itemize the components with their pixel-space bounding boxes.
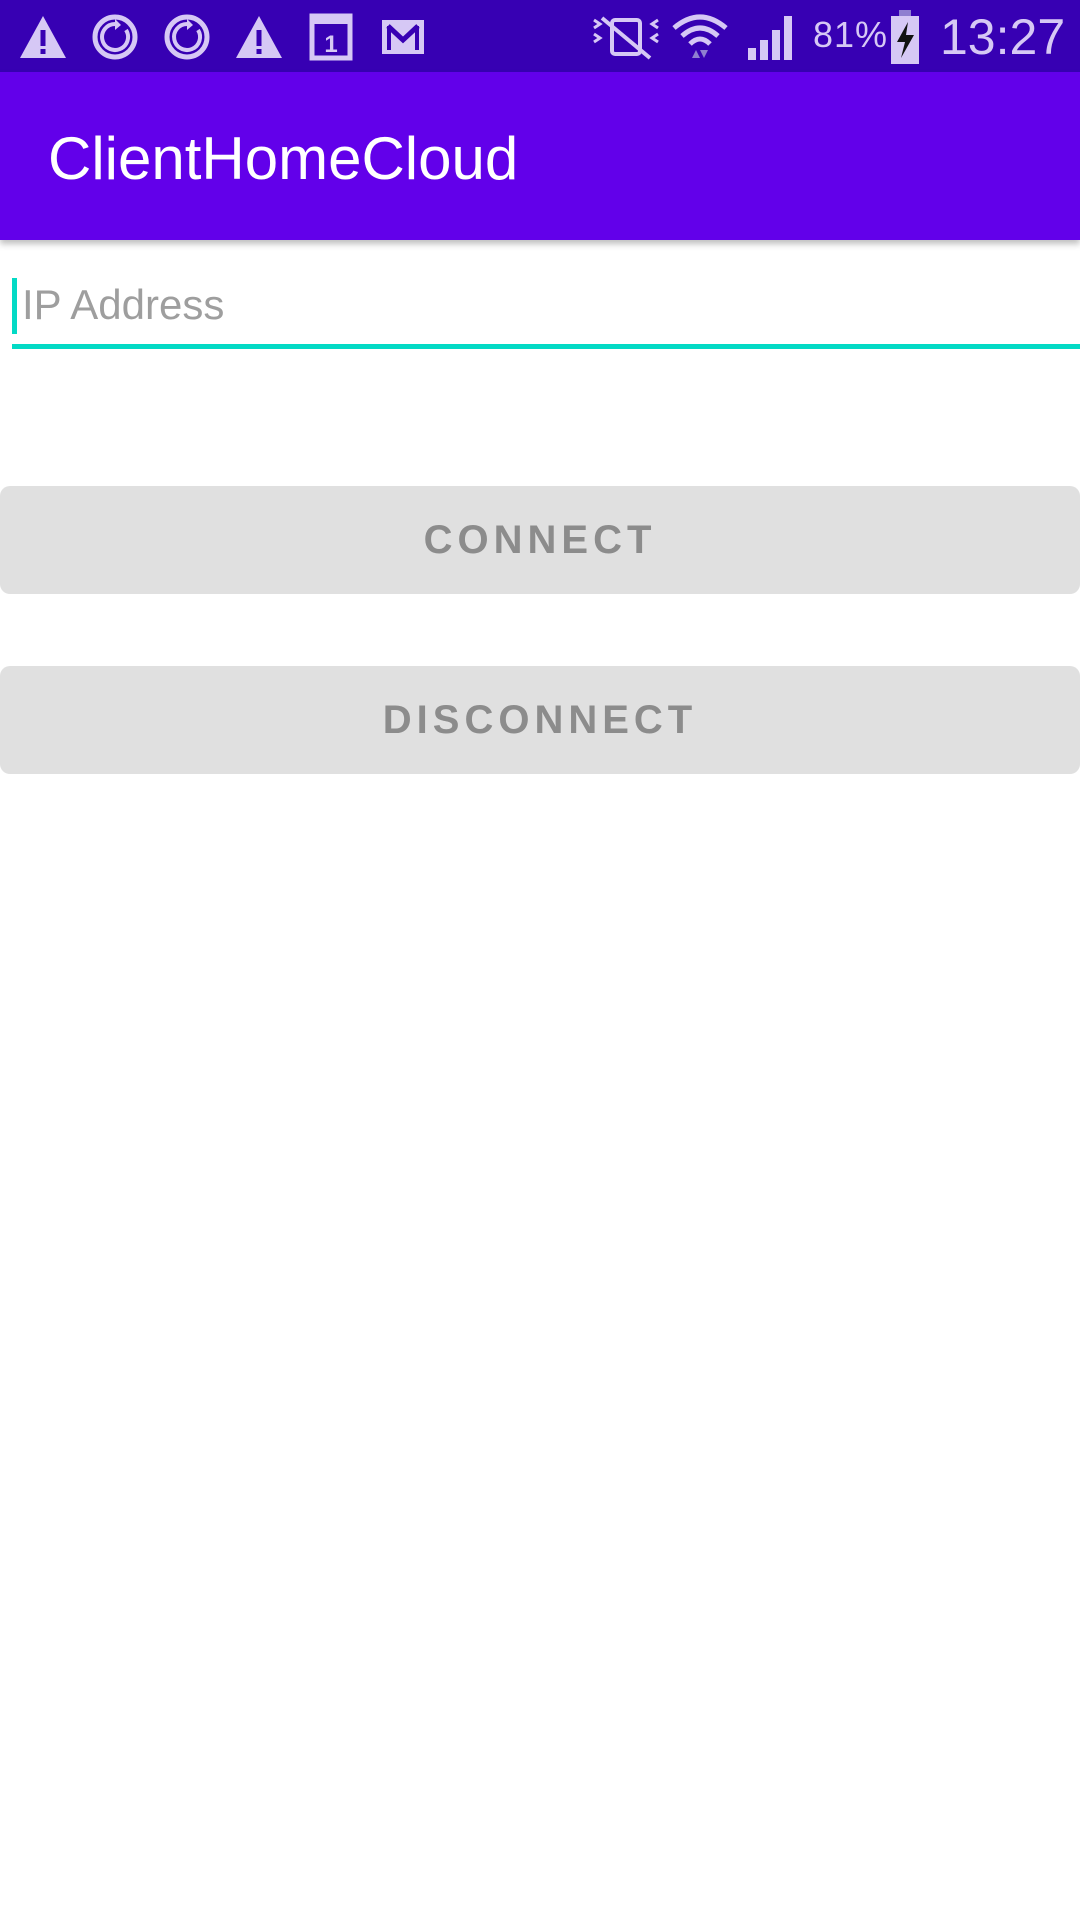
app-title: ClientHomeCloud <box>48 125 519 192</box>
battery-percent: 81% <box>813 14 889 55</box>
calendar-day-text: 1 <box>324 31 337 58</box>
disconnect-button[interactable]: DISCONNECT <box>0 666 1080 774</box>
ip-field-underline <box>12 344 1080 349</box>
warning-icon <box>232 10 286 64</box>
ip-address-field[interactable] <box>12 270 1080 350</box>
connect-button[interactable]: CONNECT <box>0 486 1080 594</box>
status-bar: 1 81% 13:27 <box>0 0 1080 72</box>
warning-icon <box>16 10 70 64</box>
signal-icon <box>744 10 800 64</box>
status-clock: 13:27 <box>940 9 1066 65</box>
text-cursor <box>12 278 17 334</box>
calendar-icon: 1 <box>304 10 358 64</box>
vibrate-icon <box>590 10 662 64</box>
app-bar: ClientHomeCloud <box>0 72 1080 240</box>
sync-icon <box>88 10 142 64</box>
gmail-icon <box>376 10 430 64</box>
ip-address-input[interactable] <box>22 270 1062 340</box>
sync-icon <box>160 10 214 64</box>
wifi-icon <box>672 10 728 64</box>
battery-charging-icon <box>888 8 922 66</box>
